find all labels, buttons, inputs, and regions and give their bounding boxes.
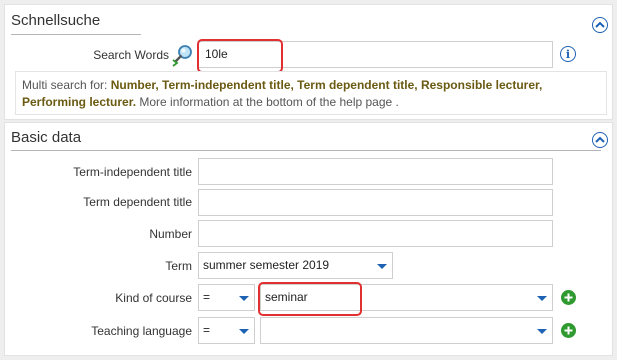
search-value-highlight [197, 39, 283, 73]
term-select-value: summer semester 2019 [203, 258, 330, 272]
term-independent-title-input[interactable] [198, 158, 553, 185]
number-input[interactable] [198, 220, 553, 247]
chevron-down-icon [537, 329, 547, 334]
chevron-down-icon [537, 296, 547, 301]
basic-data-title-underline [11, 150, 601, 151]
add-circle-icon[interactable] [561, 290, 576, 305]
basic-data-panel: Basic data Term-independent title Term d… [4, 122, 613, 356]
chevron-down-icon [377, 264, 387, 269]
term-dependent-title-label: Term dependent title [83, 195, 192, 209]
collapse-up-icon [595, 136, 605, 143]
quick-search-collapse-button[interactable] [592, 17, 608, 33]
teaching-language-operator-value: = [203, 323, 211, 337]
kind-of-course-operator-value: = [203, 290, 211, 304]
multi-search-hint: Multi search for: Number, Term-independe… [15, 71, 607, 115]
collapse-up-icon [595, 21, 605, 28]
term-select[interactable]: summer semester 2019 [198, 252, 393, 279]
teaching-language-label: Teaching language [91, 324, 192, 338]
number-label: Number [149, 227, 192, 241]
add-circle-icon[interactable] [561, 323, 576, 338]
term-label: Term [165, 259, 192, 273]
basic-data-title: Basic data [11, 129, 82, 146]
info-icon[interactable]: i [560, 46, 576, 62]
chevron-down-icon [239, 329, 249, 334]
term-dependent-title-input[interactable] [198, 189, 553, 216]
quick-search-title-underline [11, 34, 141, 35]
kind-of-course-label: Kind of course [115, 291, 192, 305]
quick-search-panel: Schnellsuche Search Words 10le i Multi s… [4, 4, 613, 120]
search-words-label: Search Words [93, 48, 169, 62]
search-magnifier-icon [171, 43, 195, 67]
hint-suffix: More information at the bottom of the he… [136, 95, 399, 109]
kind-of-course-highlight [258, 282, 362, 316]
quick-search-title: Schnellsuche [11, 12, 101, 29]
chevron-down-icon [239, 296, 249, 301]
term-independent-title-label: Term-independent title [73, 165, 192, 179]
teaching-language-select[interactable] [260, 317, 553, 344]
teaching-language-operator-select[interactable]: = [198, 317, 255, 344]
kind-of-course-operator-select[interactable]: = [198, 284, 255, 311]
hint-prefix: Multi search for: [22, 78, 111, 92]
basic-data-collapse-button[interactable] [592, 132, 608, 148]
